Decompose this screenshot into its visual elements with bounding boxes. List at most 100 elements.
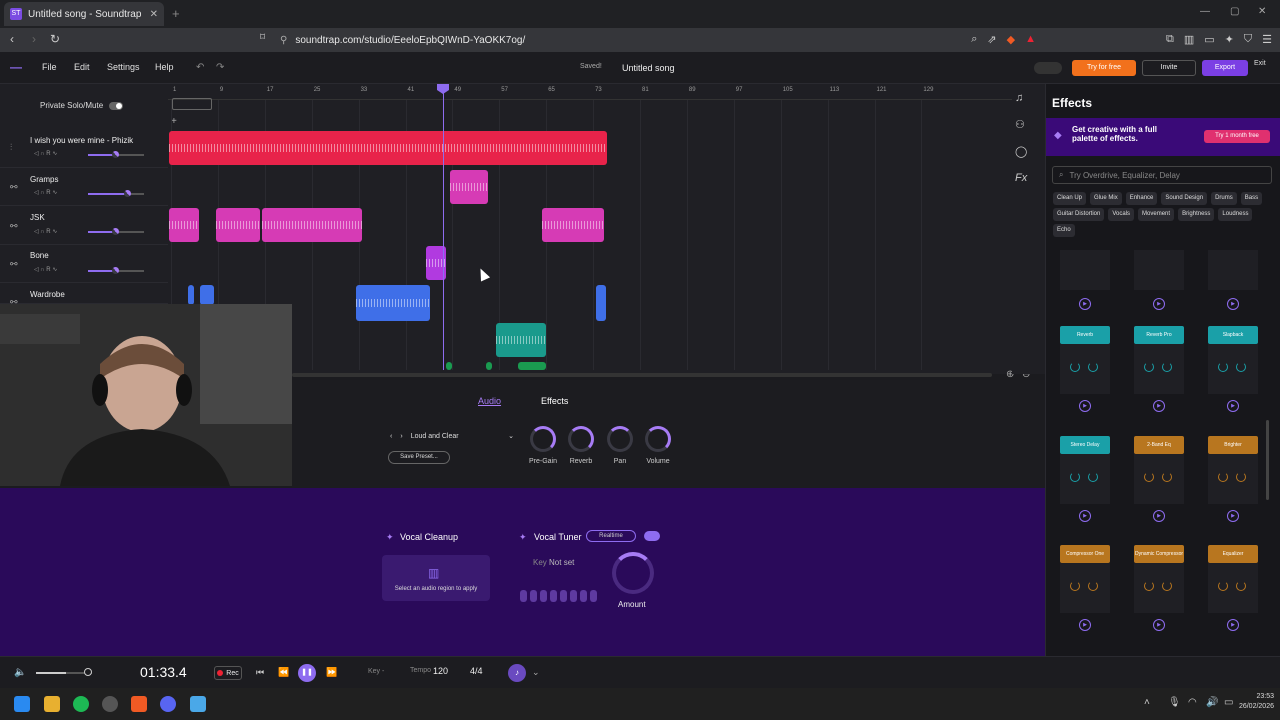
play-preview-icon[interactable]: ▶ <box>1153 400 1165 412</box>
private-solo-toggle[interactable] <box>109 101 124 110</box>
next-preset-icon[interactable]: › <box>400 433 402 440</box>
effect-card[interactable]: Slapback ▶ <box>1208 326 1260 416</box>
effect-filter-chip[interactable]: Bass <box>1240 192 1263 205</box>
menu-file[interactable]: File <box>42 62 57 72</box>
effect-filter-chip[interactable]: Drums <box>1211 192 1237 205</box>
effect-filter-chip[interactable]: Sound Design <box>1161 192 1208 205</box>
track-name[interactable]: Bone <box>30 251 49 260</box>
effect-filter-chip[interactable]: Echo <box>1053 224 1075 237</box>
site-info-icon[interactable]: ⚲ <box>280 35 287 46</box>
midi-clip[interactable] <box>216 208 260 242</box>
wifi-icon[interactable]: ◠ <box>1188 697 1197 708</box>
midi-clip[interactable] <box>262 208 362 242</box>
play-preview-icon[interactable]: ▶ <box>1079 400 1091 412</box>
track-volume-slider[interactable] <box>88 267 144 274</box>
play-preview-icon[interactable]: ▶ <box>1227 400 1239 412</box>
effect-card[interactable]: Equalizer ▶ <box>1208 545 1260 635</box>
browser-tab[interactable]: ST Untitled song - Soundtrap ✕ <box>4 2 164 26</box>
music-note-icon[interactable]: ♫ <box>1015 92 1027 104</box>
sidebar-icon[interactable]: ▥ <box>1184 33 1194 46</box>
effect-card[interactable]: Brighter ▶ <box>1208 436 1260 526</box>
prev-preset-icon[interactable]: ‹ <box>390 433 392 440</box>
midi-clip[interactable] <box>200 285 214 305</box>
metronome-icon[interactable]: ♪ <box>508 664 526 682</box>
play-preview-icon[interactable]: ▶ <box>1153 298 1165 310</box>
minimize-icon[interactable]: — <box>1200 6 1210 17</box>
vocal-tuner-toggle[interactable] <box>644 531 660 541</box>
realtime-dropdown[interactable]: Realtime <box>586 530 636 542</box>
track-name[interactable]: Gramps <box>30 175 58 184</box>
rewards-icon[interactable]: ▲ <box>1025 33 1036 46</box>
new-tab-icon[interactable]: + <box>172 6 180 21</box>
effect-filter-chip[interactable]: Enhance <box>1125 192 1158 205</box>
fx-icon[interactable]: Fx <box>1015 172 1027 184</box>
audio-clip[interactable] <box>169 131 607 165</box>
track-controls[interactable]: ◁ ∩ R ∿ <box>34 150 57 157</box>
knob-pregain[interactable] <box>530 426 556 452</box>
url-field[interactable]: ⚲ soundtrap.com/studio/EeeloEpbQIWnD-YaO… <box>280 30 1000 50</box>
track-header[interactable] <box>0 245 168 283</box>
file-explorer-icon[interactable] <box>44 696 60 712</box>
spotify-icon[interactable] <box>73 696 89 712</box>
effect-card[interactable]: ▶ <box>1134 250 1186 314</box>
tempo-value[interactable]: 120 <box>433 666 448 676</box>
menu-edit[interactable]: Edit <box>74 62 90 72</box>
play-preview-icon[interactable]: ▶ <box>1227 510 1239 522</box>
effect-filter-chip[interactable]: Movement <box>1138 208 1175 221</box>
play-preview-icon[interactable]: ▶ <box>1227 298 1239 310</box>
amount-knob[interactable] <box>612 552 654 594</box>
track-volume-slider[interactable] <box>88 151 144 158</box>
pause-button[interactable]: ❚❚ <box>298 664 316 682</box>
skip-back-icon[interactable]: ⏮ <box>256 667 264 678</box>
effect-card[interactable]: ▶ <box>1060 250 1112 314</box>
brave-shield-icon[interactable]: ◆ <box>1007 33 1015 46</box>
soundtrap-logo-icon[interactable]: — <box>10 60 22 74</box>
leo-icon[interactable]: ✦ <box>1225 33 1234 46</box>
track-name[interactable]: Wardrobe <box>30 290 65 299</box>
track-header[interactable] <box>0 207 168 245</box>
track-volume-slider[interactable] <box>88 228 144 235</box>
effect-card[interactable]: 2-Band Eq ▶ <box>1134 436 1186 526</box>
master-volume-slider[interactable] <box>36 668 92 676</box>
zoom-icon[interactable]: ⌕ <box>971 33 977 46</box>
battery-icon[interactable]: ▭ <box>1224 697 1233 708</box>
effect-filter-chip[interactable]: Guitar Distortion <box>1053 208 1105 221</box>
track-name[interactable]: I wish you were mine - Phizik <box>30 136 133 145</box>
rewind-icon[interactable]: ⏪ <box>278 667 289 678</box>
preset-selector[interactable]: ‹ › Loud and Clear ⌄ <box>390 428 514 444</box>
sidebar-scrollbar[interactable] <box>1266 420 1269 500</box>
track-header[interactable] <box>0 284 168 304</box>
midi-clip[interactable] <box>446 362 452 370</box>
vpn-icon[interactable]: ⛉ <box>1244 33 1252 46</box>
timeline-ruler[interactable] <box>168 86 1038 100</box>
notepad-icon[interactable] <box>190 696 206 712</box>
audio-clip[interactable] <box>496 323 546 357</box>
play-preview-icon[interactable]: ▶ <box>1153 510 1165 522</box>
undo-icon[interactable]: ↶ <box>196 62 204 73</box>
menu-help[interactable]: Help <box>155 62 174 72</box>
extensions-icon[interactable]: ⧉ <box>1166 33 1174 46</box>
track-controls[interactable]: ◁ ∩ R ∿ <box>34 189 57 196</box>
save-preset-button[interactable]: Save Preset... <box>388 451 450 464</box>
effect-card[interactable]: Reverb ▶ <box>1060 326 1112 416</box>
knob-pan[interactable] <box>607 426 633 452</box>
play-preview-icon[interactable]: ▶ <box>1079 619 1091 631</box>
bookmark-icon[interactable]: ⌑ <box>260 32 265 43</box>
midi-clip[interactable] <box>518 362 546 370</box>
effects-search[interactable]: ⌕ Try Overdrive, Equalizer, Delay <box>1052 166 1272 184</box>
volume-icon[interactable]: 🔊 <box>1206 697 1218 708</box>
key-selector[interactable] <box>520 590 597 602</box>
effect-card[interactable]: Reverb Pro ▶ <box>1134 326 1186 416</box>
song-title[interactable]: Untitled song <box>622 63 675 73</box>
loop-region[interactable] <box>172 98 212 110</box>
try-month-free-button[interactable]: Try 1 month free <box>1204 130 1270 143</box>
try-free-button[interactable]: Try for free <box>1072 60 1136 76</box>
midi-clip[interactable] <box>486 362 492 370</box>
chat-icon[interactable]: ◯ <box>1015 145 1027 158</box>
track-name[interactable]: JSK <box>30 213 45 222</box>
midi-clip[interactable] <box>450 170 488 204</box>
knob-volume[interactable] <box>645 426 671 452</box>
windows-start-icon[interactable] <box>14 696 30 712</box>
discord-icon[interactable] <box>160 696 176 712</box>
effect-card[interactable]: Stereo Delay ▶ <box>1060 436 1112 526</box>
